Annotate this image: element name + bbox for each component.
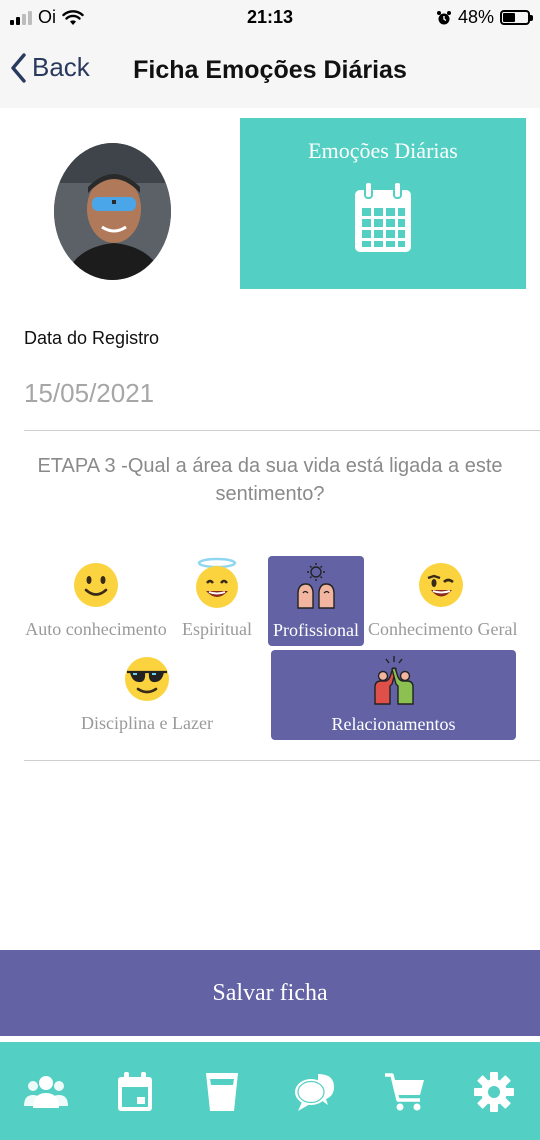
step-question: ETAPA 3 -Qual a área da sua vida está li… [37, 455, 503, 505]
battery-percent: 48% [457, 7, 494, 27]
area-option-disciplina-e-lazer[interactable]: Disciplina e Lazer [80, 651, 214, 737]
area-label: Conhecimento Geral [368, 619, 518, 639]
area-label: Espiritual [182, 619, 252, 639]
area-label: Relacionamentos [331, 714, 456, 734]
divider [24, 760, 540, 761]
navigation-bar: Back Ficha Emoções Diárias [0, 36, 540, 108]
calendar-icon [355, 181, 411, 252]
cart-icon [385, 1073, 424, 1111]
area-label: Disciplina e Lazer [81, 713, 213, 733]
status-bar: Oi 21:13 48% [0, 0, 540, 36]
tab-group[interactable] [22, 1068, 70, 1116]
avatar [54, 143, 171, 280]
calendar-icon [118, 1072, 152, 1111]
date-field[interactable]: 15/05/2021 [24, 378, 154, 409]
professional-icon [297, 563, 335, 609]
status-right: 48% [436, 7, 533, 28]
area-label: Auto conhecimento [25, 619, 167, 639]
high-five-icon [373, 656, 414, 705]
daily-emotions-card[interactable]: Emoções Diárias [240, 118, 526, 289]
group-icon [24, 1076, 68, 1108]
tab-chat[interactable] [291, 1068, 339, 1116]
tab-calendar[interactable] [111, 1068, 159, 1116]
area-option-conhecimento-geral[interactable]: Conhecimento Geral [368, 557, 518, 645]
battery-icon [500, 10, 533, 25]
tab-water[interactable] [198, 1068, 246, 1116]
area-option-espiritual[interactable]: Espiritual [178, 557, 256, 645]
area-option-relacionamentos[interactable]: Relacionamentos [271, 650, 516, 740]
gear-icon [474, 1072, 514, 1112]
area-option-auto-conhecimento[interactable]: Auto conhecimento [25, 557, 167, 645]
save-button[interactable]: Salvar ficha [0, 950, 540, 1036]
angel-emoji-icon [196, 557, 238, 608]
area-option-profissional[interactable]: Profissional [268, 556, 364, 646]
wink-emoji-icon [418, 563, 463, 607]
date-label: Data do Registro [24, 328, 160, 348]
divider [24, 430, 540, 431]
sunglasses-emoji-icon [125, 657, 169, 701]
chat-icon [295, 1074, 334, 1111]
tab-settings[interactable] [470, 1068, 518, 1116]
area-label: Profissional [272, 620, 359, 640]
alarm-icon [436, 10, 451, 24]
page-title: Ficha Emoções Diárias [133, 56, 407, 84]
tab-cart[interactable] [381, 1068, 429, 1116]
tab-bar [0, 1042, 540, 1140]
smile-emoji-icon [74, 563, 118, 607]
daily-emotions-title: Emoções Diárias [308, 138, 458, 163]
glass-icon [206, 1073, 238, 1111]
